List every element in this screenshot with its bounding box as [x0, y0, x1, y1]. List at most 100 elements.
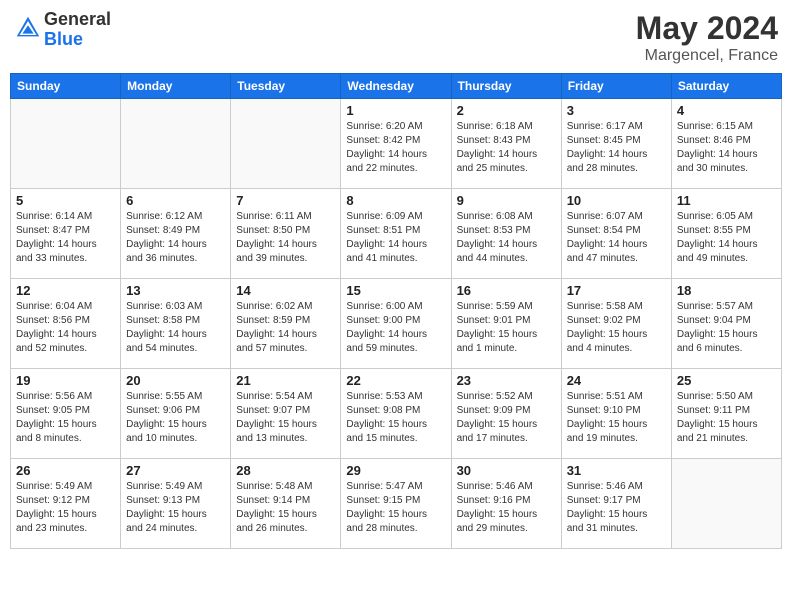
calendar-cell: 26 Sunrise: 5:49 AM Sunset: 9:12 PM Dayli…	[11, 459, 121, 549]
column-header-tuesday: Tuesday	[231, 74, 341, 99]
day-info: Sunrise: 5:59 AM Sunset: 9:01 PM Dayligh…	[457, 300, 556, 356]
column-header-saturday: Saturday	[671, 74, 781, 99]
calendar-cell	[231, 99, 341, 189]
day-info: Sunrise: 5:50 AM Sunset: 9:11 PM Dayligh…	[677, 390, 776, 446]
calendar-week-row: 26 Sunrise: 5:49 AM Sunset: 9:12 PM Dayli…	[11, 459, 782, 549]
day-info: Sunrise: 5:57 AM Sunset: 9:04 PM Dayligh…	[677, 300, 776, 356]
logo: General Blue	[14, 10, 111, 50]
logo-general-text: General	[44, 10, 111, 30]
day-info: Sunrise: 5:55 AM Sunset: 9:06 PM Dayligh…	[126, 390, 225, 446]
day-info: Sunrise: 6:15 AM Sunset: 8:46 PM Dayligh…	[677, 120, 776, 176]
day-number: 25	[677, 373, 776, 388]
calendar-cell: 24 Sunrise: 5:51 AM Sunset: 9:10 PM Dayli…	[561, 369, 671, 459]
calendar-cell: 21Sunrise: 5:54 AM Sunset: 9:07 PM Dayli…	[231, 369, 341, 459]
day-number: 4	[677, 103, 776, 118]
day-number: 17	[567, 283, 666, 298]
calendar-cell: 6 Sunrise: 6:12 AM Sunset: 8:49 PM Daylig…	[121, 189, 231, 279]
calendar-cell	[121, 99, 231, 189]
day-number: 6	[126, 193, 225, 208]
calendar-cell: 29Sunrise: 5:47 AM Sunset: 9:15 PM Dayli…	[341, 459, 451, 549]
day-info: Sunrise: 5:46 AM Sunset: 9:17 PM Dayligh…	[567, 480, 666, 536]
day-number: 27	[126, 463, 225, 478]
calendar-cell: 17 Sunrise: 5:58 AM Sunset: 9:02 PM Dayli…	[561, 279, 671, 369]
calendar-cell: 2Sunrise: 6:18 AM Sunset: 8:43 PM Daylig…	[451, 99, 561, 189]
calendar-cell: 27 Sunrise: 5:49 AM Sunset: 9:13 PM Dayli…	[121, 459, 231, 549]
day-info: Sunrise: 5:46 AM Sunset: 9:16 PM Dayligh…	[457, 480, 556, 536]
day-info: Sunrise: 6:03 AM Sunset: 8:58 PM Dayligh…	[126, 300, 225, 356]
calendar-cell: 30 Sunrise: 5:46 AM Sunset: 9:16 PM Dayli…	[451, 459, 561, 549]
day-number: 1	[346, 103, 445, 118]
day-number: 31	[567, 463, 666, 478]
calendar-cell: 5 Sunrise: 6:14 AM Sunset: 8:47 PM Daylig…	[11, 189, 121, 279]
day-info: Sunrise: 6:17 AM Sunset: 8:45 PM Dayligh…	[567, 120, 666, 176]
day-number: 26	[16, 463, 115, 478]
day-number: 9	[457, 193, 556, 208]
calendar-week-row: 5 Sunrise: 6:14 AM Sunset: 8:47 PM Daylig…	[11, 189, 782, 279]
day-number: 24	[567, 373, 666, 388]
day-info: Sunrise: 5:58 AM Sunset: 9:02 PM Dayligh…	[567, 300, 666, 356]
calendar-table: SundayMondayTuesdayWednesdayThursdayFrid…	[10, 73, 782, 549]
calendar-cell: 13 Sunrise: 6:03 AM Sunset: 8:58 PM Dayli…	[121, 279, 231, 369]
day-info: Sunrise: 5:53 AM Sunset: 9:08 PM Dayligh…	[346, 390, 445, 446]
calendar-cell: 31 Sunrise: 5:46 AM Sunset: 9:17 PM Dayli…	[561, 459, 671, 549]
day-number: 21	[236, 373, 335, 388]
day-number: 18	[677, 283, 776, 298]
day-info: Sunrise: 5:48 AM Sunset: 9:14 PM Dayligh…	[236, 480, 335, 536]
location-text: Margencel, France	[636, 47, 778, 65]
day-number: 22	[346, 373, 445, 388]
day-number: 2	[457, 103, 556, 118]
calendar-cell: 12 Sunrise: 6:04 AM Sunset: 8:56 PM Dayli…	[11, 279, 121, 369]
calendar-cell: 25 Sunrise: 5:50 AM Sunset: 9:11 PM Dayli…	[671, 369, 781, 459]
day-number: 15	[346, 283, 445, 298]
logo-text: General Blue	[44, 10, 111, 50]
calendar-cell: 19Sunrise: 5:56 AM Sunset: 9:05 PM Dayli…	[11, 369, 121, 459]
day-number: 12	[16, 283, 115, 298]
day-info: Sunrise: 6:00 AM Sunset: 9:00 PM Dayligh…	[346, 300, 445, 356]
calendar-cell: 14 Sunrise: 6:02 AM Sunset: 8:59 PM Dayli…	[231, 279, 341, 369]
day-number: 13	[126, 283, 225, 298]
day-info: Sunrise: 6:02 AM Sunset: 8:59 PM Dayligh…	[236, 300, 335, 356]
column-header-sunday: Sunday	[11, 74, 121, 99]
day-info: Sunrise: 5:47 AM Sunset: 9:15 PM Dayligh…	[346, 480, 445, 536]
column-header-thursday: Thursday	[451, 74, 561, 99]
day-info: Sunrise: 6:05 AM Sunset: 8:55 PM Dayligh…	[677, 210, 776, 266]
calendar-cell: 7 Sunrise: 6:11 AM Sunset: 8:50 PM Daylig…	[231, 189, 341, 279]
calendar-cell: 22 Sunrise: 5:53 AM Sunset: 9:08 PM Dayli…	[341, 369, 451, 459]
calendar-cell	[671, 459, 781, 549]
day-number: 3	[567, 103, 666, 118]
day-info: Sunrise: 6:12 AM Sunset: 8:49 PM Dayligh…	[126, 210, 225, 266]
title-block: May 2024 Margencel, France	[636, 10, 778, 65]
calendar-cell: 4 Sunrise: 6:15 AM Sunset: 8:46 PM Daylig…	[671, 99, 781, 189]
day-number: 30	[457, 463, 556, 478]
calendar-cell: 15 Sunrise: 6:00 AM Sunset: 9:00 PM Dayli…	[341, 279, 451, 369]
calendar-cell: 18 Sunrise: 5:57 AM Sunset: 9:04 PM Dayli…	[671, 279, 781, 369]
day-info: Sunrise: 6:20 AM Sunset: 8:42 PM Dayligh…	[346, 120, 445, 176]
day-info: Sunrise: 6:11 AM Sunset: 8:50 PM Dayligh…	[236, 210, 335, 266]
day-number: 8	[346, 193, 445, 208]
day-number: 10	[567, 193, 666, 208]
logo-icon	[14, 14, 42, 42]
column-header-monday: Monday	[121, 74, 231, 99]
day-number: 11	[677, 193, 776, 208]
calendar-cell: 1 Sunrise: 6:20 AM Sunset: 8:42 PM Daylig…	[341, 99, 451, 189]
day-number: 23	[457, 373, 556, 388]
day-info: Sunrise: 5:51 AM Sunset: 9:10 PM Dayligh…	[567, 390, 666, 446]
day-number: 5	[16, 193, 115, 208]
day-info: Sunrise: 6:07 AM Sunset: 8:54 PM Dayligh…	[567, 210, 666, 266]
day-number: 14	[236, 283, 335, 298]
day-info: Sunrise: 5:56 AM Sunset: 9:05 PM Dayligh…	[16, 390, 115, 446]
calendar-week-row: 19Sunrise: 5:56 AM Sunset: 9:05 PM Dayli…	[11, 369, 782, 459]
calendar-cell	[11, 99, 121, 189]
calendar-cell: 20Sunrise: 5:55 AM Sunset: 9:06 PM Dayli…	[121, 369, 231, 459]
day-info: Sunrise: 6:04 AM Sunset: 8:56 PM Dayligh…	[16, 300, 115, 356]
day-info: Sunrise: 6:08 AM Sunset: 8:53 PM Dayligh…	[457, 210, 556, 266]
day-info: Sunrise: 6:14 AM Sunset: 8:47 PM Dayligh…	[16, 210, 115, 266]
calendar-cell: 16Sunrise: 5:59 AM Sunset: 9:01 PM Dayli…	[451, 279, 561, 369]
day-info: Sunrise: 5:49 AM Sunset: 9:12 PM Dayligh…	[16, 480, 115, 536]
day-info: Sunrise: 5:49 AM Sunset: 9:13 PM Dayligh…	[126, 480, 225, 536]
calendar-header-row: SundayMondayTuesdayWednesdayThursdayFrid…	[11, 74, 782, 99]
day-info: Sunrise: 5:52 AM Sunset: 9:09 PM Dayligh…	[457, 390, 556, 446]
calendar-cell: 3 Sunrise: 6:17 AM Sunset: 8:45 PM Daylig…	[561, 99, 671, 189]
calendar-cell: 28Sunrise: 5:48 AM Sunset: 9:14 PM Dayli…	[231, 459, 341, 549]
day-number: 7	[236, 193, 335, 208]
